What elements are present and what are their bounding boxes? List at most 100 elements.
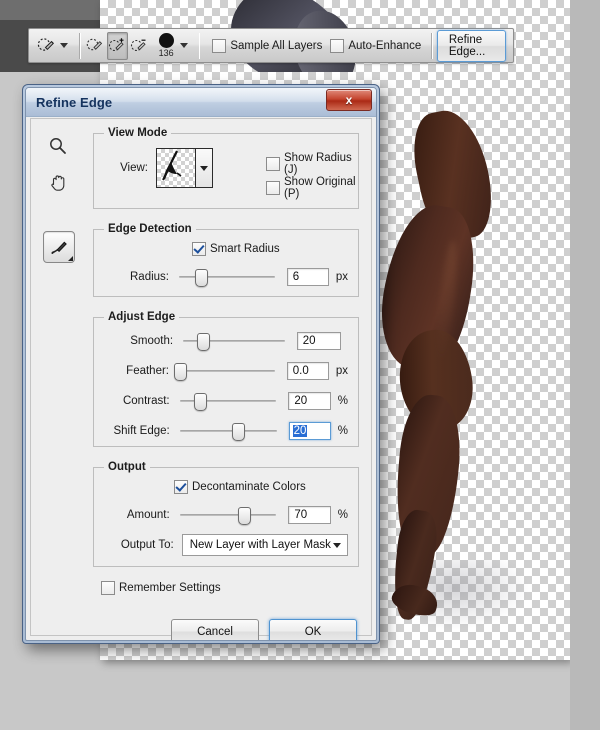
output-group: Output Decontaminate Colors Amount: 70: [93, 467, 359, 567]
smooth-row: Smooth: 20: [104, 332, 348, 350]
radius-input[interactable]: 6: [287, 268, 329, 286]
dialog-inner-frame: Refine Edge x: [25, 87, 377, 641]
edge-detection-title: Edge Detection: [104, 223, 196, 235]
dialog-tool-column: [43, 131, 85, 265]
view-mode-group: View Mode View:: [93, 133, 359, 209]
shift-edge-slider-track: [180, 430, 277, 432]
show-radius-checkbox[interactable]: Show Radius (J): [266, 152, 358, 176]
remember-settings-label: Remember Settings: [119, 582, 221, 594]
contrast-slider[interactable]: [180, 393, 277, 409]
output-to-dropdown[interactable]: New Layer with Layer Mask: [182, 534, 348, 556]
amount-slider[interactable]: [180, 507, 277, 523]
close-button[interactable]: x: [326, 89, 372, 111]
refine-radius-tool-button[interactable]: [43, 231, 75, 263]
remember-settings-checkbox[interactable]: Remember Settings: [101, 581, 221, 595]
view-mode-selector[interactable]: [156, 148, 213, 188]
contrast-slider-thumb[interactable]: [194, 393, 207, 411]
toolbar-divider-2: [199, 33, 201, 59]
show-radius-box-icon: [266, 157, 280, 171]
shift-edge-unit: %: [338, 425, 348, 437]
show-radius-label: Show Radius (J): [284, 152, 358, 176]
tool-preset-dropdown-arrow[interactable]: [60, 43, 68, 48]
refine-edge-button[interactable]: Refine Edge...: [437, 30, 506, 62]
workspace-background-top: [0, 0, 100, 20]
hand-tool-button[interactable]: [43, 167, 73, 197]
subtract-from-selection-button[interactable]: [130, 33, 149, 59]
adjust-edge-group: Adjust Edge Smooth: 20 Feather:: [93, 317, 359, 447]
radius-slider[interactable]: [179, 269, 275, 285]
sample-all-layers-box-icon: [212, 39, 226, 53]
smooth-input[interactable]: 20: [297, 332, 341, 350]
brush-selection-icon: [86, 36, 105, 55]
amount-row: Amount: 70 %: [104, 506, 348, 524]
brush-minus-icon: [130, 36, 149, 55]
shift-edge-slider-thumb[interactable]: [232, 423, 245, 441]
radius-value: 6: [293, 271, 299, 283]
quick-selection-icon: [37, 36, 56, 55]
dialog-titlebar[interactable]: Refine Edge x: [26, 88, 376, 117]
toolbar-divider-3: [431, 33, 433, 59]
decontaminate-colors-checkbox[interactable]: Decontaminate Colors: [174, 480, 306, 494]
feather-value: 0.0: [293, 365, 309, 377]
brush-size-preview[interactable]: 136: [156, 33, 177, 58]
view-mode-thumbnail: [157, 149, 195, 187]
auto-enhance-box-icon: [330, 39, 344, 53]
contrast-unit: %: [338, 395, 348, 407]
view-label: View:: [108, 162, 148, 174]
zoom-tool-button[interactable]: [43, 131, 73, 161]
view-mode-dropdown-button[interactable]: [195, 149, 212, 187]
sample-all-layers-checkbox[interactable]: Sample All Layers: [212, 39, 322, 53]
ok-button[interactable]: OK: [269, 619, 357, 641]
auto-enhance-label: Auto-Enhance: [348, 40, 421, 52]
cancel-button[interactable]: Cancel: [171, 619, 259, 641]
smooth-slider-thumb[interactable]: [197, 333, 210, 351]
smooth-value: 20: [303, 335, 316, 347]
shift-edge-value: 20: [293, 425, 308, 437]
brush-size-value: 136: [159, 49, 174, 58]
output-to-label: Output To:: [104, 539, 174, 551]
edge-detection-group: Edge Detection Smart Radius Radius: 6: [93, 229, 359, 297]
decontaminate-colors-label: Decontaminate Colors: [192, 481, 306, 493]
decontaminate-colors-box-icon: [174, 480, 188, 494]
radius-slider-track: [179, 276, 275, 278]
toolbar-divider-1: [79, 33, 81, 59]
contrast-input[interactable]: 20: [288, 392, 330, 410]
refine-brush-icon: [49, 237, 69, 257]
smart-radius-checkbox[interactable]: Smart Radius: [192, 242, 280, 256]
amount-slider-thumb[interactable]: [238, 507, 251, 525]
feather-unit: px: [336, 365, 348, 377]
dialog-body: View Mode View:: [30, 118, 372, 636]
magnifier-icon: [48, 136, 68, 156]
amount-input[interactable]: 70: [288, 506, 330, 524]
amount-unit: %: [338, 509, 348, 521]
output-to-value: New Layer with Layer Mask: [190, 539, 331, 551]
feather-input[interactable]: 0.0: [287, 362, 329, 380]
show-original-checkbox[interactable]: Show Original (P): [266, 176, 358, 200]
refine-edge-dialog: Refine Edge x: [22, 84, 380, 644]
shift-edge-slider[interactable]: [180, 423, 277, 439]
new-selection-button[interactable]: [86, 33, 105, 59]
radius-label: Radius:: [104, 271, 169, 283]
radius-slider-thumb[interactable]: [195, 269, 208, 287]
brush-plus-icon: [108, 36, 127, 55]
feather-slider[interactable]: [179, 363, 275, 379]
feather-label: Feather:: [104, 365, 169, 377]
shift-edge-label: Shift Edge:: [104, 425, 170, 437]
close-icon: x: [346, 93, 353, 107]
feather-slider-track: [179, 370, 275, 372]
amount-slider-track: [180, 514, 277, 516]
output-to-row: Output To: New Layer with Layer Mask: [104, 534, 348, 556]
smooth-slider[interactable]: [183, 333, 285, 349]
contrast-row: Contrast: 20 %: [104, 392, 348, 410]
subject-shadow: [420, 560, 530, 630]
radius-row: Radius: 6 px: [104, 268, 348, 286]
add-to-selection-button[interactable]: [107, 32, 128, 60]
hand-icon: [48, 172, 69, 193]
view-row: View:: [108, 148, 213, 188]
tool-quick-selection-button[interactable]: [37, 33, 56, 59]
auto-enhance-checkbox[interactable]: Auto-Enhance: [330, 39, 421, 53]
feather-slider-thumb[interactable]: [174, 363, 187, 381]
remember-settings-box-icon: [101, 581, 115, 595]
brush-options-dropdown-arrow[interactable]: [180, 43, 188, 48]
shift-edge-input[interactable]: 20: [289, 422, 331, 440]
